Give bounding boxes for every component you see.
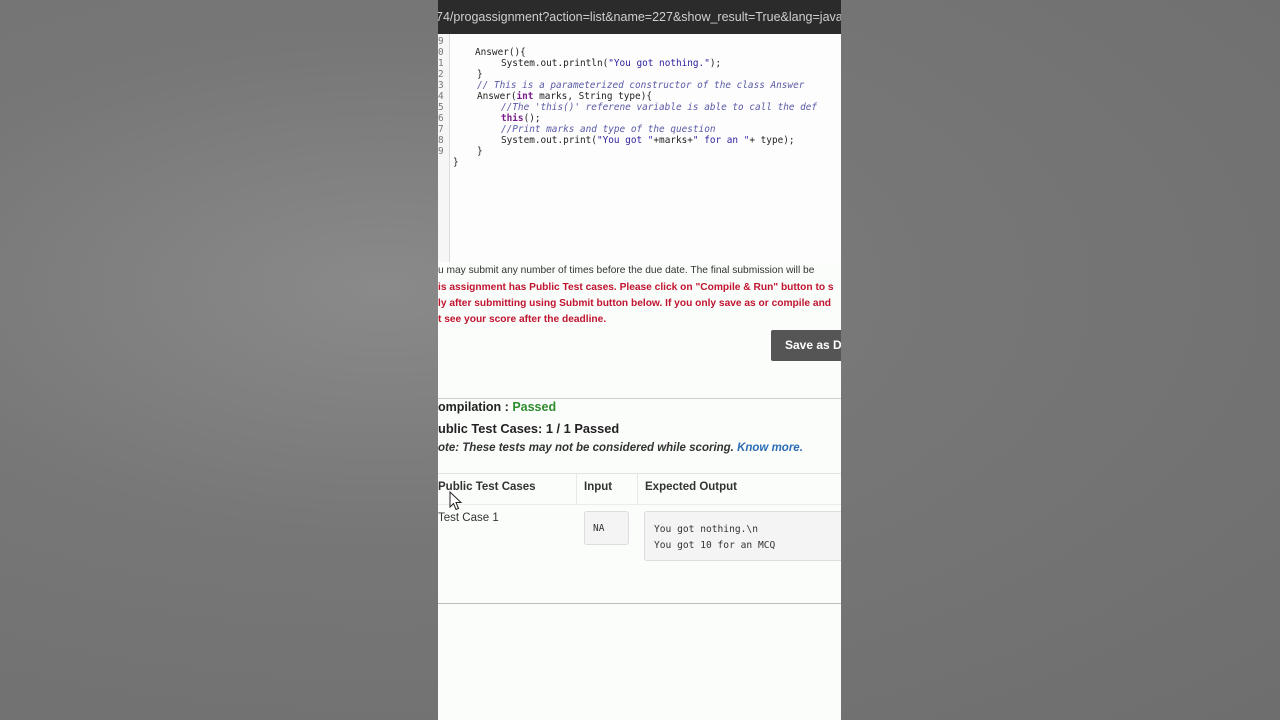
code-line: 7 System.out.print("You got "+marks+" fo… bbox=[438, 113, 841, 146]
column-header-input: Input bbox=[584, 481, 613, 493]
code-line: 1 } bbox=[438, 47, 841, 80]
code-text: } bbox=[453, 157, 459, 168]
code-line: 0 System.out.println("You got nothing.")… bbox=[438, 36, 841, 69]
table-header-border bbox=[438, 504, 841, 505]
column-separator bbox=[576, 474, 577, 504]
code-line: 9 } bbox=[438, 135, 841, 168]
line-number: 9 bbox=[438, 146, 444, 157]
mouse-pointer-icon bbox=[449, 491, 463, 511]
compilation-label: ompilation : bbox=[438, 400, 513, 414]
column-header-expected-output: Expected Output bbox=[645, 481, 738, 493]
code-line: 4 //The 'this()' referene variable is ab… bbox=[438, 80, 841, 113]
code-editor[interactable]: 9 Answer(){ 0 System.out.println("You go… bbox=[438, 34, 841, 262]
public-test-summary: ublic Test Cases: 1 / 1 Passed bbox=[438, 421, 620, 436]
divider bbox=[438, 603, 841, 604]
code-content: 9 Answer(){ 0 System.out.println("You go… bbox=[438, 33, 841, 168]
browser-viewport: 74/progassignment?action=list&name=227&s… bbox=[438, 0, 841, 720]
submission-info-text: u may submit any number of times before … bbox=[438, 265, 815, 276]
divider bbox=[438, 398, 841, 399]
test-case-name: Test Case 1 bbox=[438, 512, 499, 524]
code-line: 8 } bbox=[438, 124, 841, 157]
save-as-draft-button[interactable]: Save as Dr bbox=[771, 330, 841, 361]
expected-output-line: You got nothing.\n bbox=[654, 524, 758, 535]
code-line: 3 Answer(int marks, String type){ bbox=[438, 69, 841, 102]
know-more-link[interactable]: Know more. bbox=[737, 442, 803, 454]
code-line: 2 // This is a parameterized constructor… bbox=[438, 58, 841, 91]
code-line: 9 Answer(){ bbox=[438, 25, 841, 58]
compilation-status: ompilation : Passed bbox=[438, 400, 556, 414]
note-text: ote: These tests may not be considered w… bbox=[438, 442, 738, 454]
compilation-result: Passed bbox=[512, 400, 557, 414]
code-line: 6 //Print marks and type of the question bbox=[438, 102, 841, 135]
public-test-warning: ly after submitting using Submit button … bbox=[438, 298, 832, 309]
table-top-border bbox=[438, 473, 841, 474]
public-test-warning: is assignment has Public Test cases. Ple… bbox=[438, 282, 834, 293]
column-separator bbox=[637, 474, 638, 504]
code-line: 5 this(); bbox=[438, 91, 841, 124]
expected-output-box: You got nothing.\n You got 10 for an MCQ bbox=[644, 511, 841, 561]
public-test-warning: t see your score after the deadline. bbox=[438, 314, 607, 325]
expected-output-line: You got 10 for an MCQ bbox=[654, 540, 776, 551]
test-input-box: NA bbox=[584, 511, 629, 545]
scoring-note: ote: These tests may not be considered w… bbox=[438, 442, 803, 454]
